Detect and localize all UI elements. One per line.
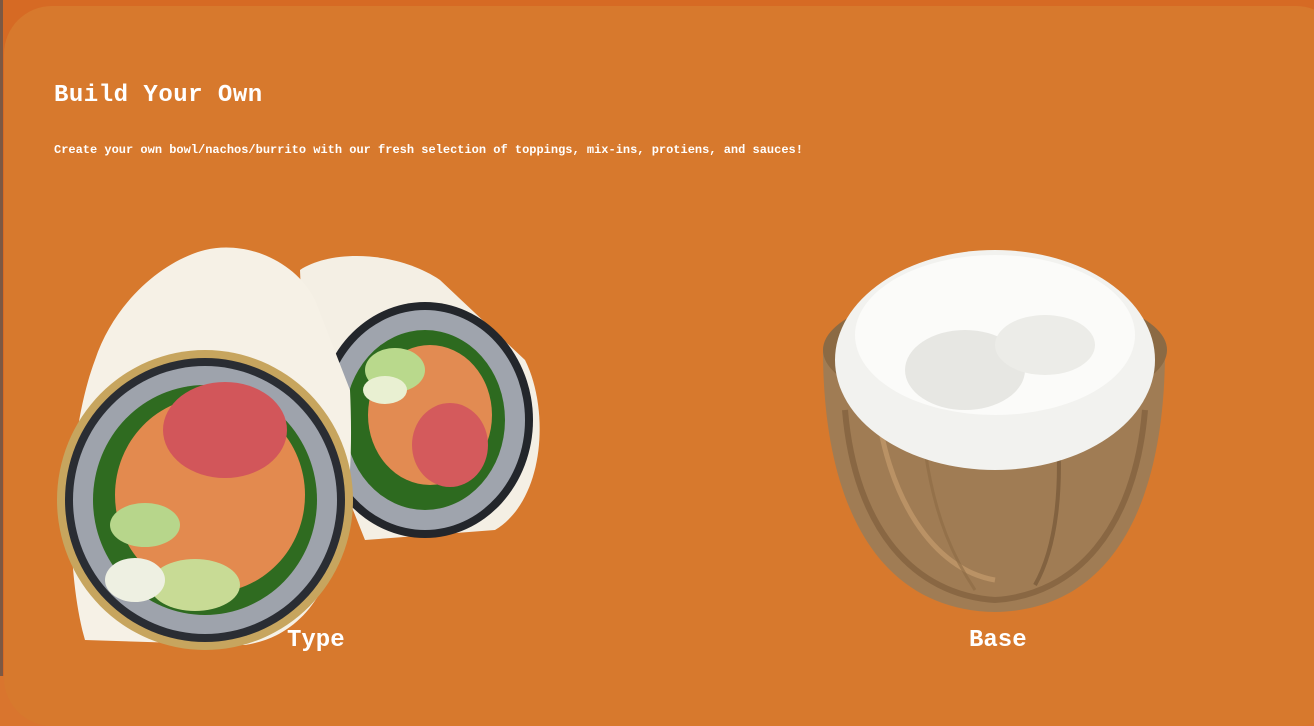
page-title: Build Your Own [54,82,263,109]
rice-bowl-image [823,250,1167,612]
option-label-type: Type [287,627,345,654]
option-label-base: Base [969,627,1027,654]
sushi-burrito-image [57,247,540,650]
page-subtitle: Create your own bowl/nachos/burrito with… [54,143,803,157]
option-card-base[interactable]: Base [815,250,1180,665]
option-card-type[interactable]: Type [55,240,555,665]
window-edge [0,0,3,676]
